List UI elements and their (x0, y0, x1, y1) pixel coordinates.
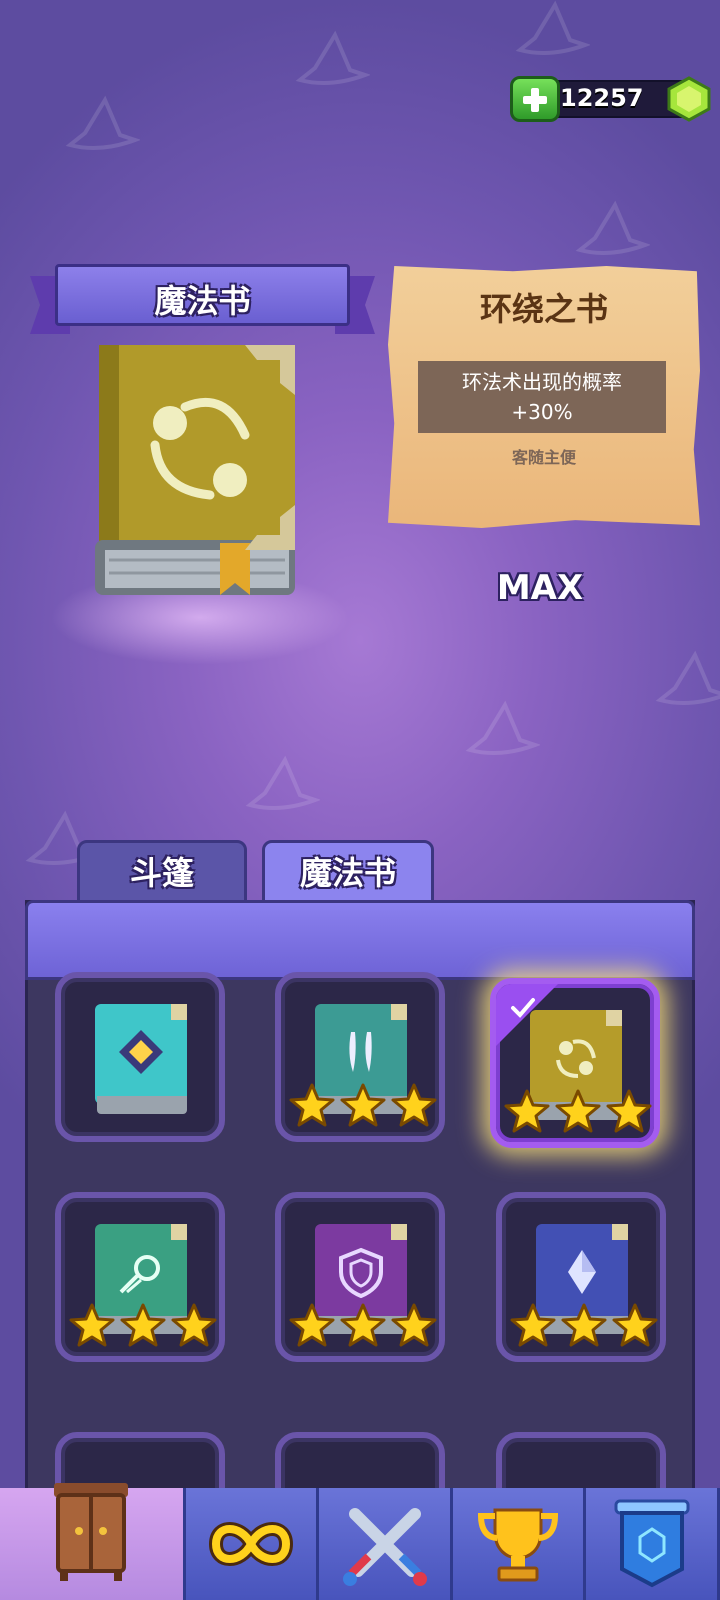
book-author: 客随主便 (511, 448, 576, 467)
crystal-book-emblem-icon (554, 1244, 610, 1300)
book-corner (606, 1010, 622, 1026)
hat-pattern-icon (510, 0, 592, 60)
book-slot-shield-book[interactable] (275, 1192, 445, 1362)
section-ribbon: 魔法书 (30, 262, 375, 342)
comet-book-emblem-icon (113, 1244, 169, 1300)
star-icon (561, 1302, 607, 1352)
checkmark-icon (511, 998, 535, 1018)
star-rating (289, 1302, 437, 1352)
book-slot-orbit-book[interactable] (490, 978, 660, 1148)
hat-pattern-icon (240, 755, 322, 815)
star-icon (171, 1302, 217, 1352)
book-corner (612, 1224, 628, 1240)
star-icon (289, 1082, 335, 1132)
hat-pattern-icon (570, 200, 652, 260)
crossed-swords-icon (342, 1508, 427, 1586)
nav-wardrobe[interactable] (0, 1482, 186, 1600)
book-slot-crystal-book[interactable] (496, 1192, 666, 1362)
tab-cape[interactable]: 斗篷 (77, 840, 247, 904)
book-description: 环法术出现的概率 +30% (418, 361, 666, 433)
wardrobe-icon (54, 1482, 129, 1581)
currency-display: 12257 (510, 76, 712, 122)
selected-book-image (95, 345, 305, 610)
star-rating (504, 1088, 652, 1138)
orbit-book-emblem-icon (548, 1030, 604, 1086)
inventory-panel-header (25, 900, 695, 980)
shield-book-emblem-icon (333, 1244, 389, 1300)
book-corner (391, 1224, 407, 1240)
star-icon (555, 1088, 601, 1138)
currency-amount: 12257 (560, 84, 644, 112)
star-icon (340, 1302, 386, 1352)
nav-battle[interactable] (319, 1488, 453, 1600)
bottom-nav (0, 1482, 720, 1600)
star-rating (69, 1302, 217, 1352)
book-slot-comet-book[interactable] (55, 1192, 225, 1362)
hat-pattern-icon (290, 30, 372, 90)
book-description-line2: +30% (511, 400, 573, 424)
star-icon (391, 1082, 437, 1132)
book-description-line1: 环法术出现的概率 (462, 370, 622, 394)
star-icon (391, 1302, 437, 1352)
add-currency-button[interactable] (510, 76, 560, 122)
book-pages (97, 1096, 187, 1114)
hat-pattern-icon (60, 95, 142, 155)
star-icon (504, 1088, 550, 1138)
nav-endless[interactable] (185, 1488, 320, 1600)
nav-ranking[interactable] (452, 1488, 587, 1600)
star-icon (606, 1088, 652, 1138)
claws-book-emblem-icon (333, 1024, 389, 1080)
gem-icon (666, 76, 712, 122)
book-name: 环绕之书 (479, 290, 608, 328)
ribbon-title: 魔法书 (154, 282, 251, 320)
diamond-book-emblem-icon (113, 1024, 169, 1080)
hat-pattern-icon (650, 650, 720, 710)
trophy-icon (478, 1508, 559, 1582)
book-level: MAX (496, 568, 584, 608)
star-icon (120, 1302, 166, 1352)
star-rating (289, 1082, 437, 1132)
star-icon (69, 1302, 115, 1352)
book-info-parchment: 环绕之书 环法术出现的概率 +30% 客随主便 (388, 266, 700, 528)
hat-pattern-icon (460, 700, 542, 760)
book-slot-claws-book[interactable] (275, 972, 445, 1142)
tab-magic-book[interactable]: 魔法书 (262, 840, 434, 904)
star-icon (510, 1302, 556, 1352)
star-icon (340, 1082, 386, 1132)
nav-guild[interactable] (586, 1488, 720, 1600)
banner-icon (614, 1499, 690, 1588)
book-slot-diamond-book[interactable] (55, 972, 225, 1142)
star-icon (612, 1302, 658, 1352)
book-corner (391, 1004, 407, 1020)
book-corner (171, 1004, 187, 1020)
infinity-icon (209, 1522, 294, 1566)
book-corner (171, 1224, 187, 1240)
star-rating (510, 1302, 658, 1352)
star-icon (289, 1302, 335, 1352)
